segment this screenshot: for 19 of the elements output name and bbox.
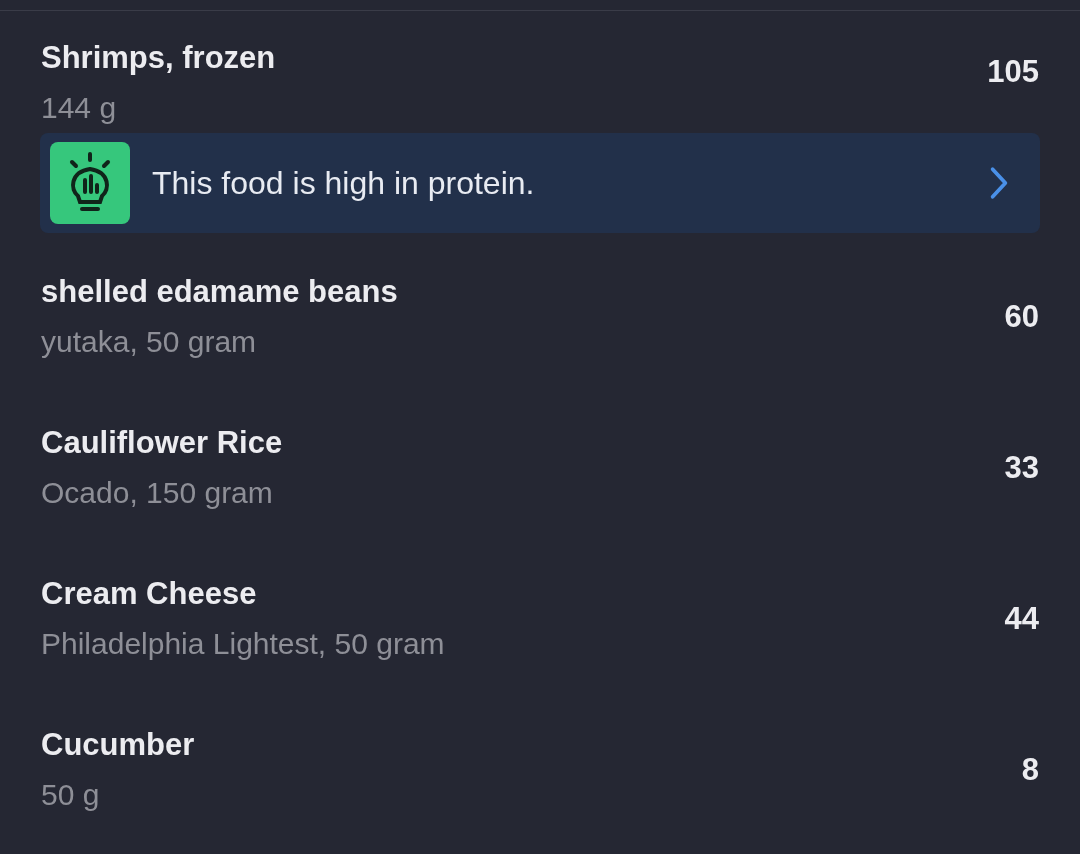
food-name: Cream Cheese [41,575,258,612]
tip-banner[interactable]: This food is high in protein. [40,133,1040,233]
calorie-count: 105 [987,54,1039,90]
food-name: Shrimps, frozen [41,40,276,76]
serving-size: 144 g [41,90,118,126]
serving-size: 50 g [41,776,101,813]
food-name: Cucumber [41,726,195,763]
food-name: shelled edamame beans [41,273,398,310]
food-name: Cauliflower Rice [41,424,283,461]
calorie-count: 8 [1021,751,1039,788]
chevron-right-icon [988,166,1010,200]
serving-size: yutaka, 50 gram [41,323,258,360]
tip-text: This food is high in protein. [152,164,536,202]
calorie-count: 44 [1004,600,1039,637]
serving-size: Philadelphia Lightest, 50 gram [41,625,445,662]
lightbulb-icon [50,142,130,224]
serving-size: Ocado, 150 gram [41,474,274,511]
calorie-count: 60 [1004,298,1039,335]
calorie-count: 33 [1004,449,1039,486]
